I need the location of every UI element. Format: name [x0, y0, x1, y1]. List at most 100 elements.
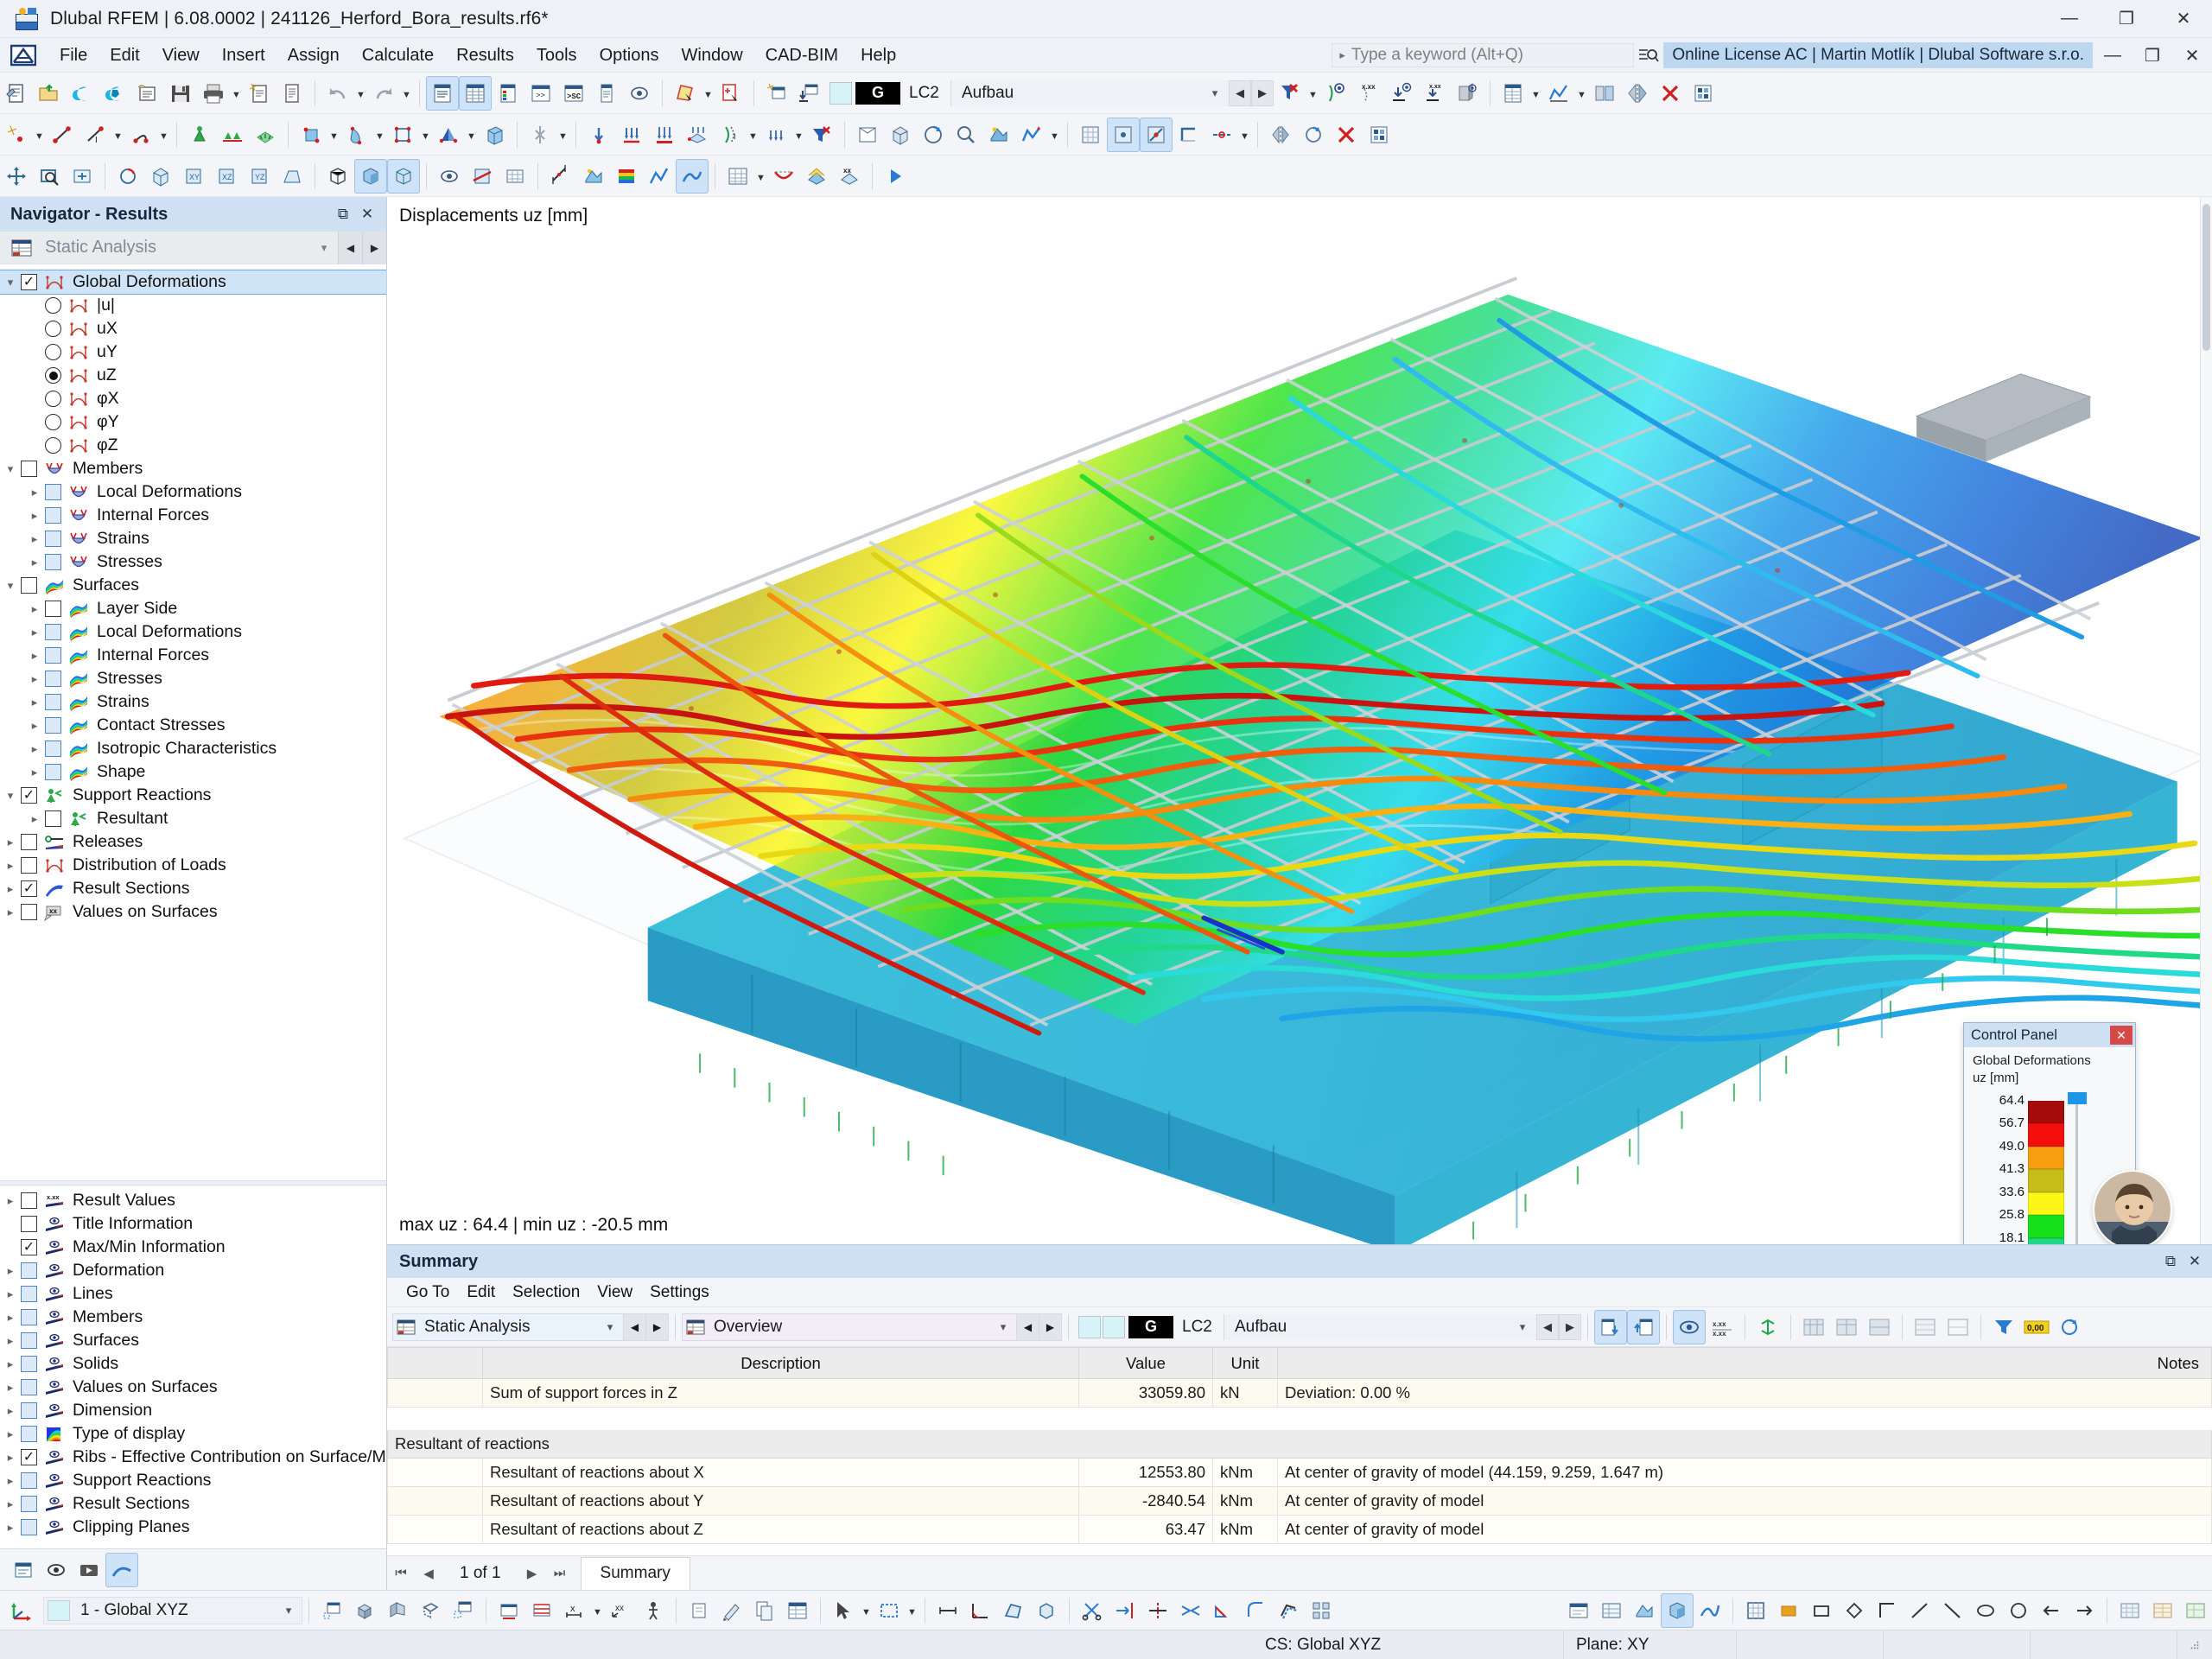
fillet-icon[interactable] [1240, 1593, 1273, 1628]
navigator-tree-item[interactable]: |u| [0, 294, 386, 317]
navigator-display-item[interactable]: ▸ Solids [0, 1352, 386, 1376]
summary-load-case-combo[interactable]: G LC2 Aufbau ▾ ◀ ▶ [1078, 1313, 1581, 1341]
row-header-cell[interactable] [387, 1458, 483, 1487]
solid-result-icon[interactable] [1451, 76, 1484, 111]
view-iso-icon[interactable] [144, 159, 177, 194]
array-icon[interactable] [1306, 1593, 1338, 1628]
tree-checkbox[interactable] [21, 857, 37, 874]
summary-table-layout-3-icon[interactable] [1863, 1310, 1896, 1344]
summary-refresh-icon[interactable] [2053, 1310, 2086, 1344]
table-row[interactable]: Resultant of reactions about Z 63.47 kNm At… [387, 1515, 2212, 1544]
result-value-view-icon[interactable] [1319, 76, 1352, 111]
tree-checkbox[interactable] [45, 484, 61, 500]
model-viewport[interactable]: Displacements uᴢ [mm] max uᴢ : 64.4 | mi… [387, 197, 2212, 1244]
table-view-c-icon[interactable] [2179, 1593, 2212, 1628]
bottom-edit-icon[interactable] [715, 1593, 748, 1628]
ortho-icon[interactable] [1173, 118, 1205, 152]
tree-checkbox[interactable] [21, 1379, 37, 1395]
tree-expander-icon[interactable] [24, 294, 45, 317]
maximize-button[interactable]: ❐ [2098, 0, 2155, 38]
tree-expander-icon[interactable]: ▸ [0, 830, 21, 854]
tree-checkbox[interactable] [21, 880, 37, 897]
measure-area-icon[interactable] [997, 1593, 1030, 1628]
cloud-model-icon[interactable] [99, 76, 131, 111]
tree-expander-icon[interactable]: ▸ [24, 504, 45, 527]
tree-checkbox[interactable] [45, 671, 61, 687]
insert-folded-surface-icon[interactable] [432, 118, 465, 152]
insert-node-icon[interactable] [0, 118, 33, 152]
menu-tools[interactable]: Tools [525, 38, 588, 73]
select-dropdown-arrow[interactable]: ▼ [702, 76, 715, 111]
display-expander-icon[interactable] [0, 1212, 21, 1236]
insert-arc-dropdown-arrow[interactable]: ▼ [157, 118, 170, 152]
insert-arc-icon[interactable] [124, 118, 157, 152]
tree-expander-icon[interactable]: ▸ [0, 854, 21, 877]
navigator-display-item[interactable]: ▸ Lines [0, 1282, 386, 1306]
result-diagram-dropdown-arrow[interactable]: ▼ [1048, 118, 1061, 152]
summary-lc-prev-button[interactable]: ◀ [1536, 1313, 1559, 1340]
tree-expander-icon[interactable]: ▸ [24, 760, 45, 784]
transparent-icon[interactable] [387, 158, 420, 194]
deformation-display-icon[interactable] [767, 159, 800, 194]
display-model-icon[interactable] [433, 159, 466, 194]
insert-opening-icon[interactable] [386, 118, 419, 152]
perspective-icon[interactable] [276, 159, 308, 194]
tree-checkbox[interactable] [21, 1449, 37, 1465]
cell-unit[interactable]: kNm [1212, 1458, 1278, 1487]
row-header-cell[interactable] [387, 1378, 483, 1408]
coordinate-system-axes-icon[interactable] [5, 1593, 38, 1628]
navigator-tree-item[interactable]: ▸ Resultant [0, 807, 386, 830]
insert-line-support-icon[interactable] [216, 118, 249, 152]
cell-notes[interactable]: At center of gravity of model [1277, 1515, 2212, 1544]
summary-visibility-icon[interactable] [1673, 1309, 1706, 1344]
summary-menu-view[interactable]: View [588, 1283, 641, 1302]
wireframe-icon[interactable] [321, 159, 354, 194]
tree-expander-icon[interactable] [24, 410, 45, 434]
delete-results-icon[interactable] [1654, 76, 1687, 111]
navigator-display-item[interactable]: ▸ Support Reactions [0, 1469, 386, 1492]
navigator-display-item[interactable]: Title Information [0, 1212, 386, 1236]
surface-load-icon[interactable] [648, 118, 681, 152]
shape-line2-icon[interactable] [1936, 1593, 1969, 1628]
tree-checkbox[interactable] [21, 1332, 37, 1349]
user-avatar[interactable] [2093, 1170, 2172, 1244]
solid-shading-icon[interactable] [354, 158, 387, 194]
tree-expander-icon[interactable] [24, 364, 45, 387]
table-view-b-icon[interactable] [2146, 1593, 2179, 1628]
diagram-results-icon[interactable] [1542, 76, 1575, 111]
dim-xx-icon[interactable]: xx [604, 1593, 637, 1628]
navigator-tree-item[interactable]: φX [0, 387, 386, 410]
table-row[interactable]: Sum of support forces in Z 33059.80 kN Devi… [387, 1378, 2212, 1408]
page-last-button[interactable]: ⏭ [546, 1560, 574, 1587]
tree-expander-icon[interactable]: ▸ [24, 527, 45, 550]
tree-checkbox[interactable] [45, 717, 61, 734]
navigator-display-tree[interactable]: ▸ x.xx Result Values Title Information Max/M… [0, 1185, 386, 1548]
app-close-button[interactable]: ✕ [2172, 41, 2212, 70]
save-icon[interactable] [164, 76, 197, 111]
cell-description[interactable]: Resultant of reactions about Z [482, 1515, 1079, 1544]
tree-checkbox[interactable] [21, 1216, 37, 1232]
nodal-load-icon[interactable] [582, 118, 615, 152]
tree-checkbox[interactable] [45, 764, 61, 780]
tree-checkbox[interactable] [45, 531, 61, 547]
display-expander-icon[interactable]: ▸ [0, 1259, 21, 1282]
plane-settings-icon[interactable] [447, 1593, 480, 1628]
console-icon[interactable]: >> [524, 76, 557, 111]
tree-checkbox[interactable] [45, 810, 61, 827]
shape-rect-icon[interactable] [1805, 1593, 1838, 1628]
cell-unit[interactable]: kNm [1212, 1486, 1278, 1516]
new-plane-icon[interactable] [315, 1593, 348, 1628]
shape-filled-icon[interactable] [1772, 1593, 1805, 1628]
filter-dropdown-arrow[interactable]: ▼ [1306, 76, 1319, 111]
object-snap-icon[interactable] [1140, 117, 1173, 152]
tree-expander-icon[interactable]: ▸ [0, 877, 21, 900]
menu-insert[interactable]: Insert [211, 38, 276, 73]
shape-circle-icon[interactable] [2002, 1593, 2035, 1628]
tree-radio[interactable] [45, 414, 61, 430]
tree-expander-icon[interactable]: ▾ [0, 457, 21, 480]
render-shaded-icon[interactable] [577, 159, 610, 194]
control-panel-close-icon[interactable]: ✕ [2110, 1026, 2133, 1045]
menu-view[interactable]: View [151, 38, 211, 73]
summary-values-icon[interactable]: x.xx x.xx [1706, 1310, 1738, 1344]
rotate-view-icon[interactable] [111, 159, 144, 194]
